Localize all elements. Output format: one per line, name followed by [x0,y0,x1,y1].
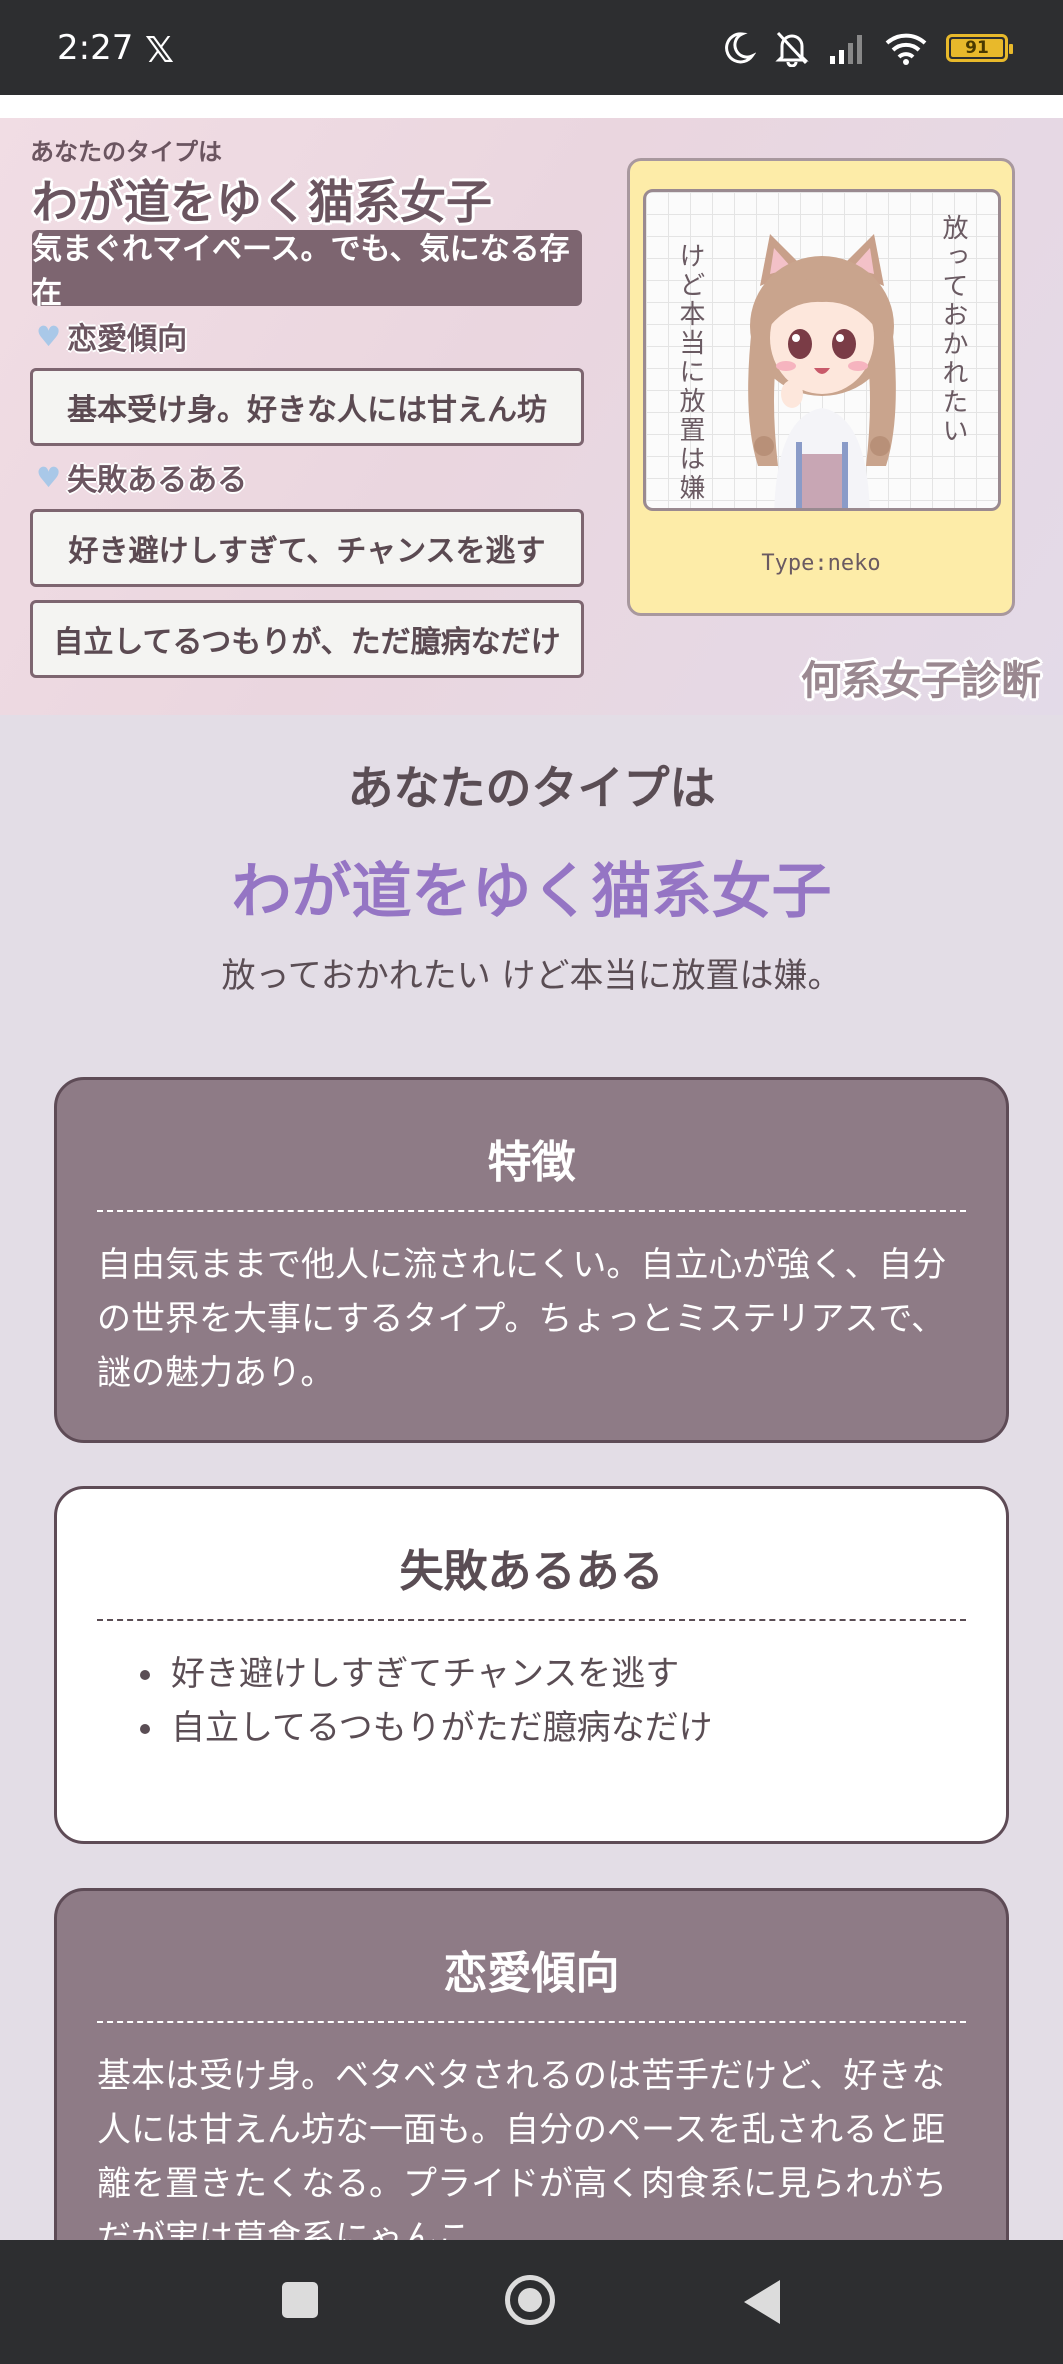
banner-love-heading: ♥ 恋愛傾向 [36,314,187,358]
list-item: 好き避けしすぎてチャンスを逃す [167,1647,966,1701]
card-vertical-text-1: 放っておかれたい [938,214,968,446]
banner-love-heading-label: 恋愛傾向 [67,322,188,357]
signal-icon [830,35,862,64]
page-top-gap [0,95,1063,118]
banner-lead: あなたのタイプは [30,138,222,166]
banner-fail-heading-label: 失敗あるある [67,463,248,498]
card-type-label: Type:neko [761,551,881,576]
list-item: 自立してるつもりがただ臆病なだけ [167,1701,966,1755]
back-icon[interactable] [744,2280,780,2324]
system-nav-bar [0,2240,1063,2364]
banner-love-box: 基本受け身。好きな人には甘えん坊 [30,368,584,446]
banner-fail-box-2: 自立してるつもりが、ただ臆病なだけ [30,600,584,678]
battery-level: 91 [965,38,989,58]
wifi-icon [885,33,927,65]
card-illustration-frame: 放っておかれたい けど本当に放置は嫌 [643,189,1001,511]
features-body: 自由気ままで他人に流されにくい。自立心が強く、自分の世界を大事にするタイプ。ちょ… [97,1245,947,1393]
type-card: 放っておかれたい けど本当に放置は嫌 Type:neko [627,158,1015,616]
heart-icon: ♥ [36,460,62,494]
x-logo-icon: 𝕏 [145,30,175,71]
moon-icon [725,32,756,64]
result-subtitle: 放っておかれたい けど本当に放置は嫌。 [221,956,842,996]
status-time: 2:27 [57,28,134,68]
recents-icon[interactable] [282,2282,318,2318]
banner-tagline: 気まぐれマイペース。でも、気になる存在 [32,230,582,311]
fails-section: 失敗あるある 好き避けしすぎてチャンスを逃す 自立してるつもりがただ臆病なだけ [54,1486,1009,1844]
card-vertical-text-2: けど本当に放置は嫌 [675,242,705,503]
result-label: あなたのタイプは [347,761,716,815]
status-icons: 91 [720,26,1013,70]
cat-girl-illustration [748,234,896,508]
banner-fail-box-1: 好き避けしすぎて、チャンスを逃す [30,509,584,587]
quiz-logo: 何系女子診断 [801,658,1041,704]
fails-list: 好き避けしすぎてチャンスを逃す 自立してるつもりがただ臆病なだけ [167,1647,966,1755]
home-icon[interactable] [505,2275,555,2325]
banner-title: わが道をゆく猫系女子 [32,175,492,229]
love-title: 恋愛傾向 [97,1937,966,2023]
battery-icon: 91 [946,34,1013,62]
result-type-title: わが道をゆく猫系女子 [231,857,832,927]
fails-title: 失敗あるある [97,1535,966,1621]
result-banner-image: あなたのタイプは わが道をゆく猫系女子 気まぐれマイペース。でも、気になる存在 … [0,118,1063,715]
bell-off-icon [775,31,809,67]
status-bar: 2:27 𝕏 91 [0,0,1063,95]
banner-fail-heading: ♥ 失敗あるある [36,455,247,499]
features-title: 特徴 [97,1126,966,1212]
love-body: 基本は受け身。ベタベタされるのは苦手だけど、好きな人には甘えん坊な一面も。自分の… [97,2056,947,2258]
features-section: 特徴 自由気ままで他人に流されにくい。自立心が強く、自分の世界を大事にするタイプ… [54,1077,1009,1443]
heart-icon: ♥ [36,319,62,353]
